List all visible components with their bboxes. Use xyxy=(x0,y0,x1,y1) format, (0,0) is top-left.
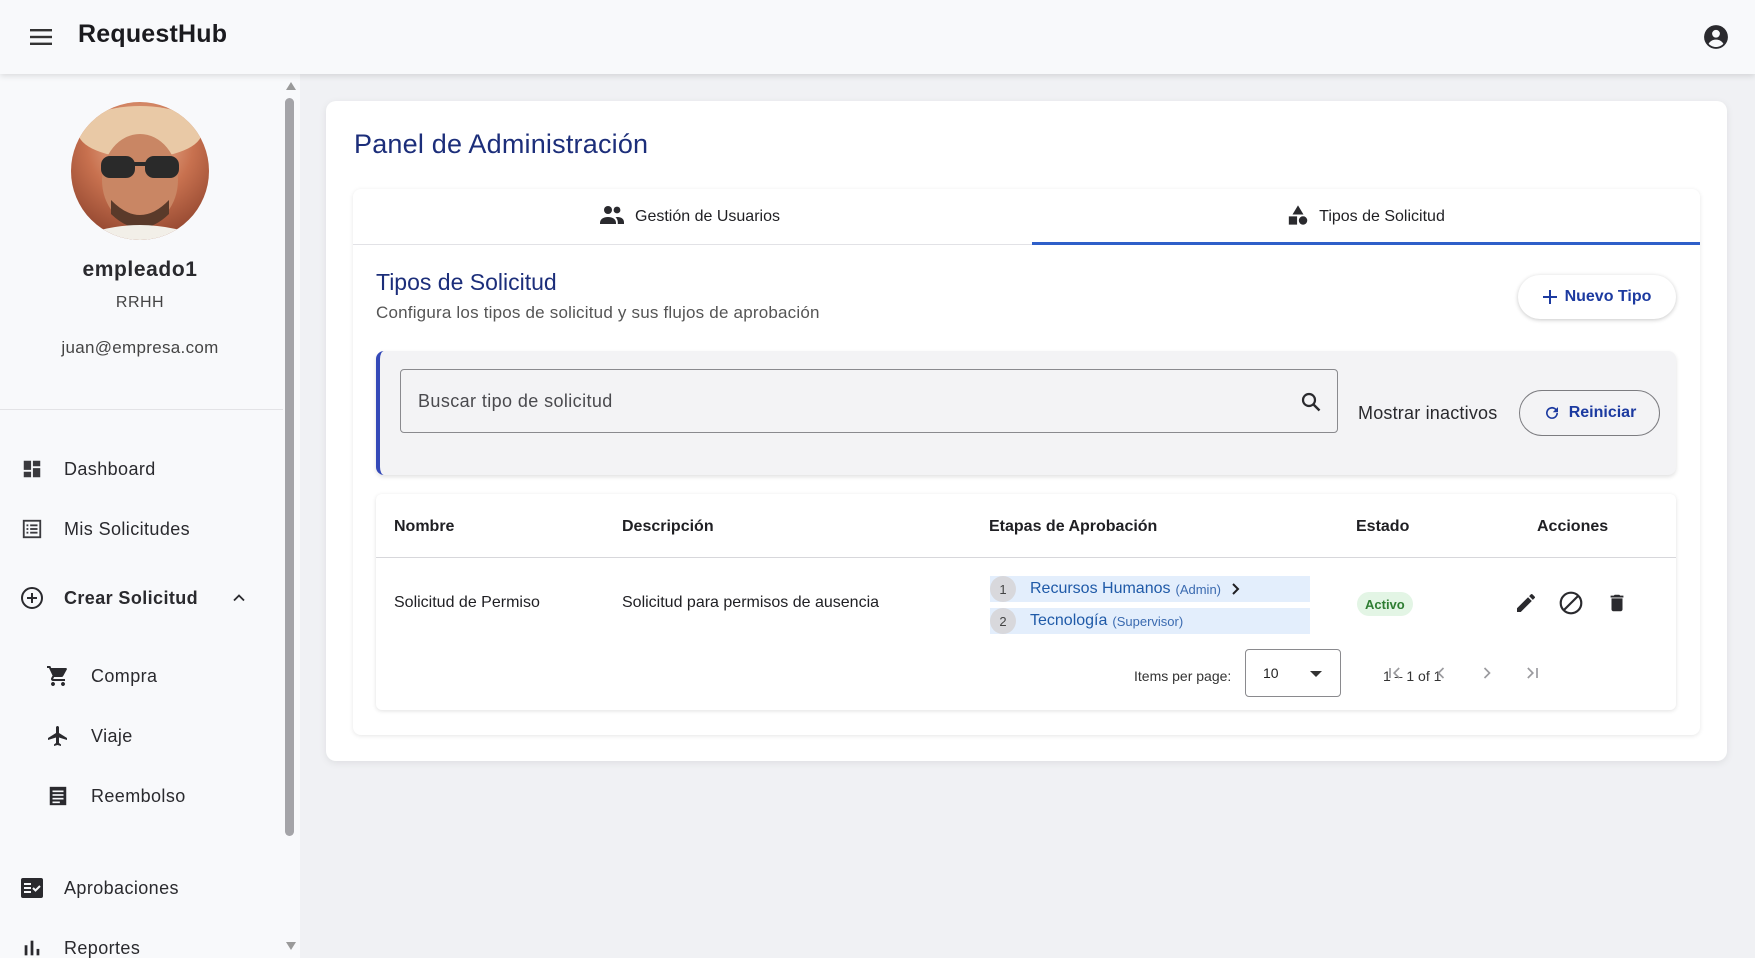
airplane-icon xyxy=(46,724,70,748)
dropdown-caret-icon xyxy=(1310,671,1322,677)
sidebar-item-mis-solicitudes[interactable]: Mis Solicitudes xyxy=(0,504,283,554)
items-per-page-label: Items per page: xyxy=(1134,668,1232,684)
user-email: juan@empresa.com xyxy=(61,338,219,357)
column-header-descripcion[interactable]: Descripción xyxy=(622,518,714,536)
app-title: RequestHub xyxy=(78,20,228,48)
scroll-up-arrow[interactable] xyxy=(286,82,296,90)
receipt-icon xyxy=(46,784,70,808)
refresh-icon xyxy=(1545,406,1558,419)
people-icon xyxy=(599,205,625,230)
stage-role: (Admin) xyxy=(1175,581,1222,597)
sidebar-item-label: Reportes xyxy=(64,937,141,958)
account-icon[interactable] xyxy=(1699,20,1733,54)
sidebar-item-label: Compra xyxy=(91,665,158,686)
user-department: RRHH xyxy=(115,294,165,311)
status-badge: Activo xyxy=(1357,592,1413,616)
sidebar-item-dashboard[interactable]: Dashboard xyxy=(0,444,283,494)
stage-role: (Supervisor) xyxy=(1112,613,1184,629)
stage-number: 2 xyxy=(990,608,1016,634)
avatar xyxy=(71,102,209,240)
sidebar-item-aprobaciones[interactable]: Aprobaciones xyxy=(0,863,283,913)
reset-label: Reiniciar xyxy=(1568,404,1637,421)
user-name: empleado1 xyxy=(82,258,198,281)
row-name: Solicitud de Permiso xyxy=(394,594,540,611)
tabs-container: Gestión de Usuarios Tipos de Solicitud T… xyxy=(353,189,1700,735)
list-icon xyxy=(20,517,44,541)
search-field[interactable] xyxy=(400,369,1338,433)
new-type-label: Nuevo Tipo xyxy=(1564,288,1652,305)
checklist-icon xyxy=(20,876,44,900)
filter-panel: Mostrar inactivos Reiniciar xyxy=(376,351,1676,475)
sidebar-item-label: Aprobaciones xyxy=(64,877,179,898)
sidebar-item-label: Mis Solicitudes xyxy=(64,518,191,539)
column-header-estado[interactable]: Estado xyxy=(1356,518,1409,536)
tab-label: Gestión de Usuarios xyxy=(635,208,780,225)
dashboard-icon xyxy=(20,457,44,481)
row-description: Solicitud para permisos de ausencia xyxy=(622,594,880,611)
items-per-page-value: 10 xyxy=(1263,665,1279,681)
search-icon[interactable] xyxy=(1299,390,1323,414)
top-app-bar: RequestHub xyxy=(0,0,1755,74)
sidebar-scrollbar[interactable] xyxy=(283,74,299,958)
section-subtitle: Configura los tipos de solicitud y sus f… xyxy=(376,303,820,322)
tab-gestion-usuarios[interactable]: Gestión de Usuarios xyxy=(353,189,1026,245)
column-header-etapas[interactable]: Etapas de Aprobación xyxy=(989,518,1157,536)
next-page-icon[interactable] xyxy=(1472,658,1502,688)
chevron-right-icon xyxy=(1232,583,1240,595)
approval-stage[interactable]: 1 Recursos Humanos (Admin) xyxy=(990,576,1310,602)
sidebar-item-compra[interactable]: Compra xyxy=(0,651,283,701)
items-per-page-select[interactable]: 10 xyxy=(1245,649,1341,697)
first-page-icon[interactable] xyxy=(1380,658,1410,688)
sidebar-item-label: Crear Solicitud xyxy=(64,587,199,608)
request-types-table: Nombre Descripción Etapas de Aprobación … xyxy=(376,494,1676,710)
sidebar-divider xyxy=(0,409,283,410)
active-tab-indicator xyxy=(1032,242,1700,245)
sidebar-item-reportes[interactable]: Reportes xyxy=(0,923,283,958)
sidebar: empleado1 RRHH juan@empresa.com Dashboar… xyxy=(0,74,300,958)
bar-chart-icon xyxy=(20,936,44,958)
edit-icon[interactable] xyxy=(1512,589,1540,617)
stage-name: Tecnología xyxy=(1030,612,1108,629)
scroll-down-arrow[interactable] xyxy=(286,942,296,950)
sidebar-item-label: Dashboard xyxy=(64,458,156,479)
page-title: Panel de Administración xyxy=(354,129,649,159)
admin-panel-card: Panel de Administración Gestión de Usuar… xyxy=(326,101,1727,761)
last-page-icon[interactable] xyxy=(1517,658,1547,688)
tab-tipos-solicitud[interactable]: Tipos de Solicitud xyxy=(1032,189,1700,245)
block-icon[interactable] xyxy=(1557,589,1585,617)
sidebar-item-reembolso[interactable]: Reembolso xyxy=(0,771,283,821)
approval-stage[interactable]: 2 Tecnología (Supervisor) xyxy=(990,608,1310,634)
tab-label: Tipos de Solicitud xyxy=(1319,208,1445,225)
reset-button[interactable]: Reiniciar xyxy=(1519,390,1660,436)
scroll-thumb[interactable] xyxy=(285,98,294,836)
sidebar-item-viaje[interactable]: Viaje xyxy=(0,711,283,761)
stage-name: Recursos Humanos xyxy=(1030,580,1171,597)
cart-icon xyxy=(46,664,70,688)
sidebar-item-label: Reembolso xyxy=(91,785,186,806)
menu-icon[interactable] xyxy=(26,22,56,52)
chevron-up-icon[interactable] xyxy=(229,588,249,608)
plus-icon xyxy=(1542,290,1557,304)
stage-number: 1 xyxy=(990,576,1016,602)
section-title: Tipos de Solicitud xyxy=(376,269,557,295)
previous-page-icon[interactable] xyxy=(1426,658,1456,688)
column-header-acciones: Acciones xyxy=(1537,518,1609,535)
sidebar-item-label: Viaje xyxy=(91,725,133,746)
column-header-nombre[interactable]: Nombre xyxy=(394,518,454,536)
show-inactive-toggle[interactable]: Mostrar inactivos xyxy=(1358,403,1497,424)
search-input[interactable] xyxy=(418,370,1278,432)
add-circle-icon xyxy=(20,586,44,610)
tab-bar: Gestión de Usuarios Tipos de Solicitud xyxy=(353,189,1700,245)
sidebar-item-crear-solicitud[interactable]: Crear Solicitud xyxy=(0,573,283,623)
table-header: Nombre Descripción Etapas de Aprobación … xyxy=(376,494,1676,558)
delete-icon[interactable] xyxy=(1603,589,1631,617)
new-type-button[interactable]: Nuevo Tipo xyxy=(1518,275,1676,319)
category-icon xyxy=(1287,204,1309,231)
